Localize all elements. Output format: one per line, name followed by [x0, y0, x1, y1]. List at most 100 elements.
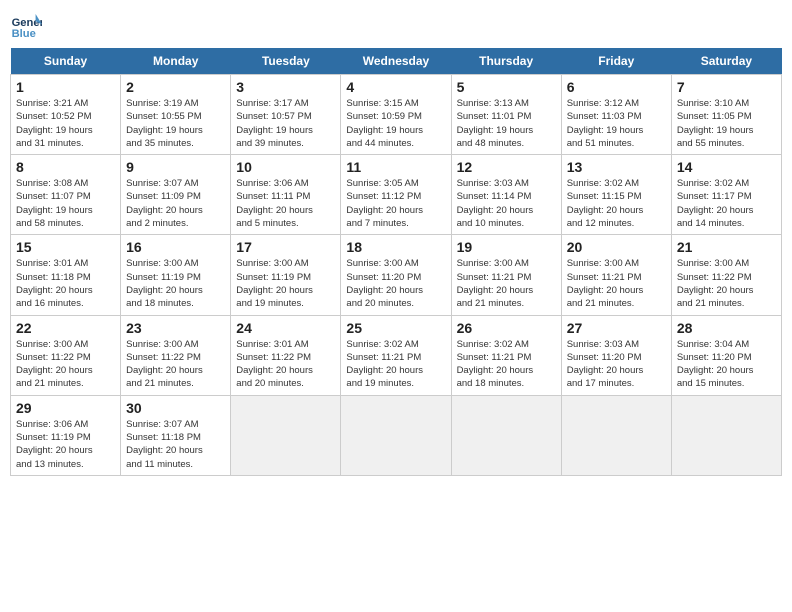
- day-header-thursday: Thursday: [451, 48, 561, 75]
- day-info: Sunrise: 3:13 AM Sunset: 11:01 PM Daylig…: [457, 97, 556, 150]
- day-info: Sunrise: 3:01 AM Sunset: 11:22 PM Daylig…: [236, 338, 335, 391]
- calendar-day-29: 29Sunrise: 3:06 AM Sunset: 11:19 PM Dayl…: [11, 395, 121, 475]
- day-header-monday: Monday: [121, 48, 231, 75]
- day-info: Sunrise: 3:02 AM Sunset: 11:21 PM Daylig…: [457, 338, 556, 391]
- calendar-day-17: 17 Sunrise: 3:00 AM Sunset: 11:19 PM Dayl…: [231, 235, 341, 315]
- calendar-day-24: 24 Sunrise: 3:01 AM Sunset: 11:22 PM Dayl…: [231, 315, 341, 395]
- day-info: Sunrise: 3:00 AM Sunset: 11:22 PM Daylig…: [677, 257, 776, 310]
- day-header-friday: Friday: [561, 48, 671, 75]
- day-number: 5: [457, 79, 556, 95]
- calendar-day-13: 13 Sunrise: 3:02 AM Sunset: 11:15 PM Dayl…: [561, 155, 671, 235]
- day-info: Sunrise: 3:00 AM Sunset: 11:19 PM Daylig…: [236, 257, 335, 310]
- calendar-day-14: 14 Sunrise: 3:02 AM Sunset: 11:17 PM Dayl…: [671, 155, 781, 235]
- calendar-day-22: 22 Sunrise: 3:00 AM Sunset: 11:22 PM Dayl…: [11, 315, 121, 395]
- day-number: 8: [16, 159, 115, 175]
- calendar-day-11: 11 Sunrise: 3:05 AM Sunset: 11:12 PM Dayl…: [341, 155, 451, 235]
- day-info: Sunrise: 3:12 AM Sunset: 11:03 PM Daylig…: [567, 97, 666, 150]
- page-header: General Blue: [10, 10, 782, 42]
- day-info: Sunrise: 3:00 AM Sunset: 11:21 PM Daylig…: [567, 257, 666, 310]
- day-number: 1: [16, 79, 115, 95]
- logo-icon: General Blue: [10, 10, 42, 42]
- day-number: 4: [346, 79, 445, 95]
- day-info: Sunrise: 3:17 AM Sunset: 10:57 PM Daylig…: [236, 97, 335, 150]
- day-number: 27: [567, 320, 666, 336]
- day-number: 13: [567, 159, 666, 175]
- empty-cell: [451, 395, 561, 475]
- day-info: Sunrise: 3:07 AM Sunset: 11:09 PM Daylig…: [126, 177, 225, 230]
- logo: General Blue: [10, 10, 42, 42]
- calendar-day-9: 9 Sunrise: 3:07 AM Sunset: 11:09 PM Dayli…: [121, 155, 231, 235]
- day-info: Sunrise: 3:07 AM Sunset: 11:18 PM Daylig…: [126, 418, 225, 471]
- calendar-day-23: 23 Sunrise: 3:00 AM Sunset: 11:22 PM Dayl…: [121, 315, 231, 395]
- day-number: 24: [236, 320, 335, 336]
- day-info: Sunrise: 3:00 AM Sunset: 11:20 PM Daylig…: [346, 257, 445, 310]
- calendar-day-15: 15 Sunrise: 3:01 AM Sunset: 11:18 PM Dayl…: [11, 235, 121, 315]
- calendar-day-7: 7 Sunrise: 3:10 AM Sunset: 11:05 PM Dayli…: [671, 75, 781, 155]
- day-info: Sunrise: 3:02 AM Sunset: 11:17 PM Daylig…: [677, 177, 776, 230]
- day-number: 19: [457, 239, 556, 255]
- day-number: 15: [16, 239, 115, 255]
- day-info: Sunrise: 3:03 AM Sunset: 11:14 PM Daylig…: [457, 177, 556, 230]
- calendar-day-1: 1 Sunrise: 3:21 AM Sunset: 10:52 PM Dayli…: [11, 75, 121, 155]
- calendar-day-8: 8 Sunrise: 3:08 AM Sunset: 11:07 PM Dayli…: [11, 155, 121, 235]
- calendar-day-28: 28 Sunrise: 3:04 AM Sunset: 11:20 PM Dayl…: [671, 315, 781, 395]
- calendar-day-12: 12 Sunrise: 3:03 AM Sunset: 11:14 PM Dayl…: [451, 155, 561, 235]
- calendar-day-21: 21 Sunrise: 3:00 AM Sunset: 11:22 PM Dayl…: [671, 235, 781, 315]
- day-info: Sunrise: 3:02 AM Sunset: 11:15 PM Daylig…: [567, 177, 666, 230]
- day-header-saturday: Saturday: [671, 48, 781, 75]
- calendar-day-2: 2 Sunrise: 3:19 AM Sunset: 10:55 PM Dayli…: [121, 75, 231, 155]
- calendar-day-4: 4 Sunrise: 3:15 AM Sunset: 10:59 PM Dayli…: [341, 75, 451, 155]
- day-number: 7: [677, 79, 776, 95]
- calendar-day-30: 30 Sunrise: 3:07 AM Sunset: 11:18 PM Dayl…: [121, 395, 231, 475]
- day-header-tuesday: Tuesday: [231, 48, 341, 75]
- day-info: Sunrise: 3:00 AM Sunset: 11:22 PM Daylig…: [16, 338, 115, 391]
- day-number: 20: [567, 239, 666, 255]
- empty-cell: [671, 395, 781, 475]
- day-number: 9: [126, 159, 225, 175]
- day-number: 6: [567, 79, 666, 95]
- empty-cell: [231, 395, 341, 475]
- day-info: Sunrise: 3:08 AM Sunset: 11:07 PM Daylig…: [16, 177, 115, 230]
- calendar-day-5: 5 Sunrise: 3:13 AM Sunset: 11:01 PM Dayli…: [451, 75, 561, 155]
- calendar-day-6: 6 Sunrise: 3:12 AM Sunset: 11:03 PM Dayli…: [561, 75, 671, 155]
- calendar-day-25: 25Sunrise: 3:02 AM Sunset: 11:21 PM Dayl…: [341, 315, 451, 395]
- day-number: 2: [126, 79, 225, 95]
- day-info: Sunrise: 3:06 AM Sunset: 11:11 PM Daylig…: [236, 177, 335, 230]
- day-info: Sunrise: 3:00 AM Sunset: 11:19 PM Daylig…: [126, 257, 225, 310]
- day-header-wednesday: Wednesday: [341, 48, 451, 75]
- calendar-day-20: 20 Sunrise: 3:00 AM Sunset: 11:21 PM Dayl…: [561, 235, 671, 315]
- day-number: 14: [677, 159, 776, 175]
- calendar-day-26: 26Sunrise: 3:02 AM Sunset: 11:21 PM Dayl…: [451, 315, 561, 395]
- day-info: Sunrise: 3:05 AM Sunset: 11:12 PM Daylig…: [346, 177, 445, 230]
- empty-cell: [341, 395, 451, 475]
- calendar-day-10: 10 Sunrise: 3:06 AM Sunset: 11:11 PM Dayl…: [231, 155, 341, 235]
- day-info: Sunrise: 3:00 AM Sunset: 11:21 PM Daylig…: [457, 257, 556, 310]
- day-info: Sunrise: 3:10 AM Sunset: 11:05 PM Daylig…: [677, 97, 776, 150]
- day-header-sunday: Sunday: [11, 48, 121, 75]
- calendar-day-16: 16 Sunrise: 3:00 AM Sunset: 11:19 PM Dayl…: [121, 235, 231, 315]
- day-number: 22: [16, 320, 115, 336]
- calendar-table: SundayMondayTuesdayWednesdayThursdayFrid…: [10, 48, 782, 476]
- day-number: 3: [236, 79, 335, 95]
- day-info: Sunrise: 3:19 AM Sunset: 10:55 PM Daylig…: [126, 97, 225, 150]
- day-info: Sunrise: 3:00 AM Sunset: 11:22 PM Daylig…: [126, 338, 225, 391]
- day-number: 30: [126, 400, 225, 416]
- day-info: Sunrise: 3:04 AM Sunset: 11:20 PM Daylig…: [677, 338, 776, 391]
- day-number: 10: [236, 159, 335, 175]
- calendar-day-3: 3 Sunrise: 3:17 AM Sunset: 10:57 PM Dayli…: [231, 75, 341, 155]
- day-info: Sunrise: 3:03 AM Sunset: 11:20 PM Daylig…: [567, 338, 666, 391]
- day-number: 12: [457, 159, 556, 175]
- calendar-day-27: 27 Sunrise: 3:03 AM Sunset: 11:20 PM Dayl…: [561, 315, 671, 395]
- day-number: 28: [677, 320, 776, 336]
- svg-text:Blue: Blue: [12, 28, 36, 40]
- day-number: 25: [346, 320, 445, 336]
- day-number: 16: [126, 239, 225, 255]
- day-number: 11: [346, 159, 445, 175]
- day-number: 17: [236, 239, 335, 255]
- day-info: Sunrise: 3:15 AM Sunset: 10:59 PM Daylig…: [346, 97, 445, 150]
- day-info: Sunrise: 3:01 AM Sunset: 11:18 PM Daylig…: [16, 257, 115, 310]
- day-number: 21: [677, 239, 776, 255]
- day-number: 23: [126, 320, 225, 336]
- day-info: Sunrise: 3:21 AM Sunset: 10:52 PM Daylig…: [16, 97, 115, 150]
- calendar-day-19: 19 Sunrise: 3:00 AM Sunset: 11:21 PM Dayl…: [451, 235, 561, 315]
